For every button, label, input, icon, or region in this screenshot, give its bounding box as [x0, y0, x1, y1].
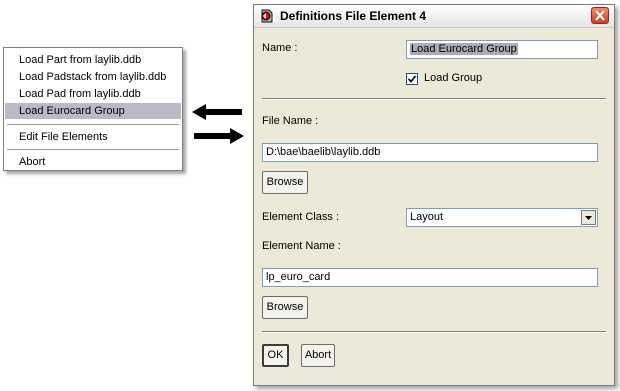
- dialog-title: Definitions File Element 4: [280, 9, 427, 23]
- close-button[interactable]: [591, 7, 609, 24]
- element-class-value: Layout: [410, 211, 444, 223]
- chevron-down-icon: [585, 216, 592, 220]
- menu-item-edit-file-elements[interactable]: Edit File Elements: [5, 129, 181, 145]
- app-icon: [260, 9, 274, 23]
- arrow-right-icon: [194, 128, 244, 144]
- abort-button[interactable]: Abort: [301, 344, 335, 367]
- menu-item-abort[interactable]: Abort: [5, 154, 181, 170]
- ok-button[interactable]: OK: [262, 344, 289, 367]
- arrow-left-icon: [192, 104, 242, 120]
- load-group-checkbox[interactable]: [406, 73, 418, 85]
- close-icon: [595, 10, 605, 21]
- separator: [262, 331, 606, 333]
- element-name-label: Element Name :: [262, 240, 341, 252]
- menu-separator: [7, 149, 179, 151]
- name-label: Name :: [262, 42, 298, 54]
- menu-item-load-part[interactable]: Load Part from laylib.ddb: [5, 52, 181, 68]
- browse-file-button[interactable]: Browse: [262, 171, 308, 194]
- context-menu: Load Part from laylib.ddb Load Padstack …: [3, 47, 183, 171]
- separator: [262, 98, 606, 100]
- name-field-value: Load Eurocard Group: [410, 43, 518, 55]
- load-group-label: Load Group: [424, 72, 483, 84]
- element-class-label: Element Class :: [262, 211, 340, 223]
- file-name-field[interactable]: D:\bae\baelib\laylib.ddb: [262, 143, 598, 162]
- dropdown-button[interactable]: [581, 210, 596, 225]
- definitions-dialog: Definitions File Element 4 Name : Load E…: [253, 4, 615, 386]
- browse-element-button[interactable]: Browse: [262, 296, 308, 319]
- menu-item-load-eurocard-group[interactable]: Load Eurocard Group: [5, 103, 181, 119]
- menu-item-load-pad[interactable]: Load Pad from laylib.ddb: [5, 86, 181, 102]
- checkmark-icon: [408, 75, 416, 83]
- menu-separator: [7, 124, 179, 126]
- element-class-select[interactable]: Layout: [406, 208, 598, 227]
- name-field[interactable]: Load Eurocard Group: [406, 40, 598, 59]
- dialog-titlebar[interactable]: Definitions File Element 4: [254, 5, 614, 28]
- file-name-label: File Name :: [262, 115, 319, 127]
- element-name-field[interactable]: lp_euro_card: [262, 268, 598, 287]
- menu-item-load-padstack[interactable]: Load Padstack from laylib.ddb: [5, 69, 181, 85]
